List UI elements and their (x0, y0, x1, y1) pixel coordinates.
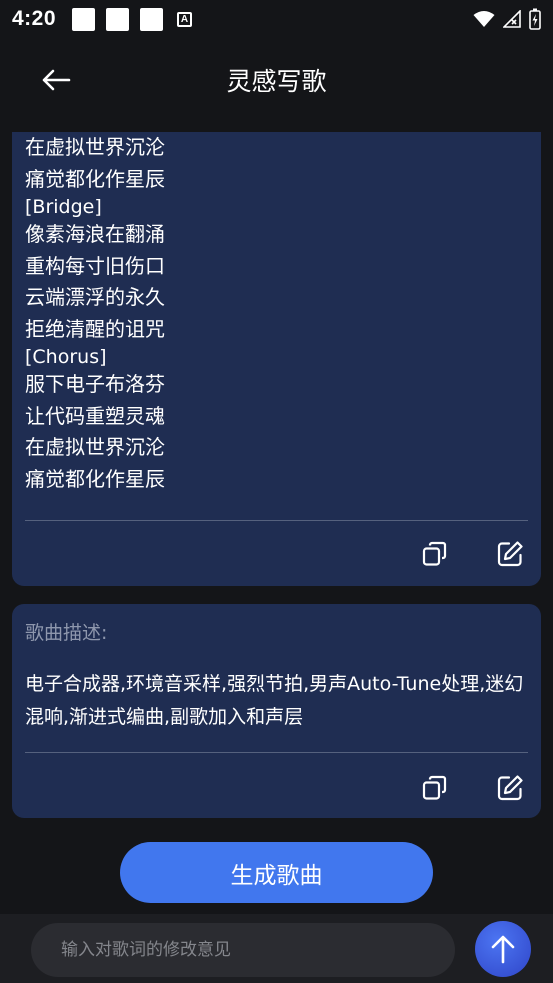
lyric-section-tag: [Chorus] (25, 346, 107, 368)
status-time: 4:20 (12, 7, 57, 30)
lyric-line: 在虚拟世界沉沦 (25, 435, 165, 459)
bottom-input-bar (0, 914, 553, 983)
notification-icon (72, 7, 96, 31)
font-icon: A (177, 11, 193, 27)
lyrics-list: 在虚拟世界沉沦 痛觉都化作星辰 [Bridge] 像素海浪在翻涌 重构每寸旧伤口… (25, 132, 165, 495)
copy-icon (422, 541, 447, 566)
lyric-line: 像素海浪在翻涌 (25, 222, 165, 246)
lyric-section-tag: [Bridge] (25, 196, 102, 218)
lyric-line: 重构每寸旧伤口 (25, 253, 165, 278)
notification-icon (140, 7, 164, 31)
edit-description-button[interactable] (493, 771, 527, 805)
battery-icon (529, 8, 541, 30)
app-bar: 灵感写歌 (0, 40, 553, 120)
divider (25, 520, 528, 521)
description-card: 歌曲描述: 电子合成器,环境音采样,强烈节拍,男声Auto-Tune处理,迷幻混… (12, 604, 541, 818)
lyric-line: 痛觉都化作星辰 (25, 166, 165, 191)
divider (25, 752, 528, 753)
lyric-line: 云端漂浮的永久 (25, 285, 165, 309)
status-indicators (473, 8, 541, 30)
copy-description-button[interactable] (418, 771, 452, 805)
copy-icon (422, 775, 447, 800)
description-text: 电子合成器,环境音采样,强烈节拍,男声Auto-Tune处理,迷幻混响,渐进式编… (25, 673, 524, 728)
wifi-icon (473, 11, 495, 27)
description-label: 歌曲描述: (25, 622, 108, 644)
signal-icon (503, 10, 521, 28)
edit-icon (497, 775, 523, 801)
send-button[interactable] (475, 921, 531, 977)
lyric-line: 痛觉都化作星辰 (25, 466, 165, 491)
status-bar: 4:20 A (0, 0, 553, 38)
lyric-line: 让代码重塑灵魂 (25, 403, 165, 428)
generate-song-button[interactable]: 生成歌曲 (120, 842, 433, 903)
edit-icon (497, 541, 523, 567)
lyric-line: 服下电子布洛芬 (25, 372, 165, 396)
copy-lyrics-button[interactable] (418, 537, 452, 571)
arrow-up-icon (491, 935, 515, 964)
notification-icon (106, 7, 130, 31)
lyric-line: 拒绝清醒的诅咒 (25, 316, 165, 341)
page-title: 灵感写歌 (226, 67, 327, 96)
lyrics-feedback-input[interactable] (31, 923, 455, 977)
edit-lyrics-button[interactable] (493, 537, 527, 571)
lyric-line: 在虚拟世界沉沦 (25, 135, 165, 159)
lyrics-card: 在虚拟世界沉沦 痛觉都化作星辰 [Bridge] 像素海浪在翻涌 重构每寸旧伤口… (12, 132, 541, 586)
